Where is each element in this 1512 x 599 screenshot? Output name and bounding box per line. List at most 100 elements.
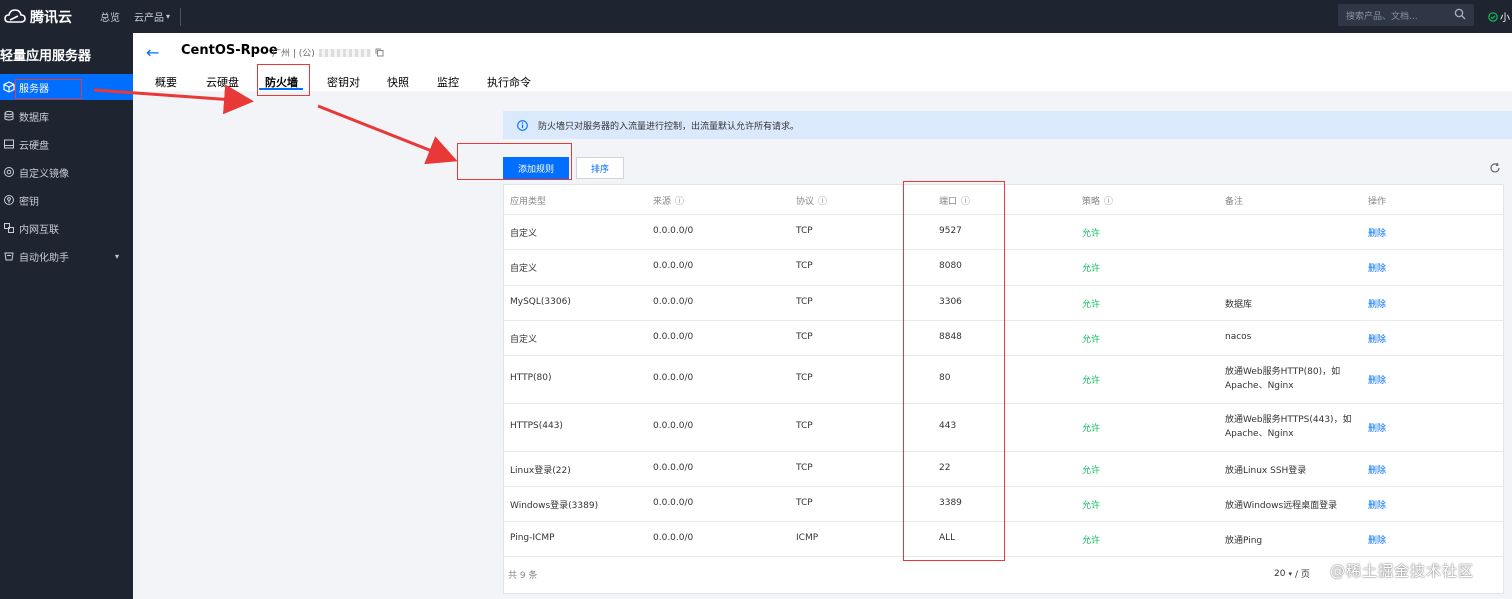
sidebar-item-label: 密钥 [19,196,39,208]
cell-protocol: TCP [796,421,813,431]
sidebar-item-key[interactable]: 密钥 [0,187,133,213]
search-input[interactable]: 搜索产品、文档... [1338,4,1474,26]
chevron-down-icon: ▾ [114,251,119,261]
cell-protocol: TCP [796,331,813,342]
nav-products[interactable]: 云产品 ▾ [134,9,170,24]
instance-region: 广州 | (公) [272,46,384,59]
search-placeholder: 搜索产品、文档... [1346,11,1418,22]
check-circle-icon [1488,11,1498,22]
cell-protocol: TCP [796,373,813,383]
annotation-arrow-to-add [317,104,458,165]
delete-rule-link[interactable]: 删除 [1368,533,1386,546]
cell-note: 放通Web服务HTTP(80)，如Apache、Nginx [1225,367,1341,391]
sidebar-item-label: 云硬盘 [19,140,49,152]
copy-icon[interactable] [375,48,384,57]
delete-rule-link[interactable]: 删除 [1368,421,1386,434]
cell-type: 自定义 [510,228,538,239]
cell-source: 0.0.0.0/0 [653,225,694,236]
delete-rule-link[interactable]: 删除 [1368,463,1386,476]
help-icon[interactable]: ⓘ [818,194,827,207]
help-icon[interactable]: ⓘ [675,194,684,207]
sidebar-title: 轻量应用服务器 [0,49,92,64]
cell-type: HTTP(80) [510,373,552,383]
annotation-box-port [903,181,1005,561]
tab-monitor[interactable]: 监控 [437,74,459,90]
delete-rule-link[interactable]: 删除 [1368,498,1386,511]
annotation-box-tab [257,64,310,96]
cell-type: MySQL(3306) [510,296,571,307]
network-icon [4,223,14,233]
table-total: 共 9 条 [508,571,538,581]
sidebar-item-label: 数据库 [19,112,49,124]
automation-icon [4,252,14,261]
cell-policy: 允许 [1082,228,1101,239]
nav-divider [180,7,182,26]
instance-name: CentOS-Rpoe [181,43,278,58]
cell-source: 0.0.0.0/0 [653,497,694,508]
back-arrow-icon[interactable]: ← [146,43,159,62]
cell-type: HTTPS(443) [510,421,563,431]
tab-snapshot[interactable]: 快照 [387,74,409,90]
cell-note: 数据库 [1225,299,1253,310]
server-icon [3,81,15,93]
nav-overview[interactable]: 总览 [100,9,120,24]
col-header-note: 备注 [1225,194,1243,207]
region-label: 广州 | (公) [272,49,315,59]
cell-source: 0.0.0.0/0 [653,296,694,307]
cell-source: 0.0.0.0/0 [653,373,694,383]
tab-keypair[interactable]: 密钥对 [327,74,360,90]
cell-source: 0.0.0.0/0 [653,462,694,473]
sidebar-item-label: 内网互联 [19,224,59,236]
page-size-value: 20 [1274,568,1286,579]
delete-rule-link[interactable]: 删除 [1368,297,1386,310]
cell-type: 自定义 [510,264,538,274]
brand-logo[interactable]: 腾讯云 [4,7,72,27]
cell-policy: 允许 [1082,465,1101,476]
sidebar-item-label: 自定义镜像 [19,168,69,180]
tab-command[interactable]: 执行命令 [487,74,531,90]
delete-rule-link[interactable]: 删除 [1368,226,1386,239]
sidebar-item-network[interactable]: 内网互联 [0,215,133,241]
tab-disk[interactable]: 云硬盘 [206,74,239,90]
cell-note: 放通Linux SSH登录 [1225,465,1307,476]
disk-icon [4,139,14,149]
cell-protocol: TCP [796,261,813,271]
user-status[interactable]: 小 [1488,9,1510,24]
brand-name: 腾讯云 [30,9,72,26]
image-icon [4,167,14,177]
cell-note: 放通Windows远程桌面登录 [1225,500,1338,511]
delete-rule-link[interactable]: 删除 [1368,373,1386,386]
delete-rule-link[interactable]: 删除 [1368,261,1386,274]
tab-overview[interactable]: 概要 [155,74,177,90]
refresh-icon[interactable] [1489,162,1501,174]
cloud-logo-icon [4,8,26,23]
sidebar-item-image[interactable]: 自定义镜像 [0,159,133,185]
key-icon [4,195,14,205]
cell-protocol: TCP [796,497,813,508]
info-banner: 防火墙只对服务器的入流量进行控制，出流量默认允许所有请求。 [503,111,1512,139]
sidebar-item-automation[interactable]: 自动化助手 ▾ [0,243,133,269]
col-header-type: 应用类型 [510,194,546,207]
col-header-label: 来源 [653,197,672,207]
watermark: @稀土掘金技术社区 [1330,562,1475,580]
top-bar: 腾讯云 总览 云产品 ▾ 搜索产品、文档... 小 [0,0,1512,33]
search-icon[interactable] [1454,8,1466,20]
delete-rule-link[interactable]: 删除 [1368,332,1386,345]
help-icon[interactable]: ⓘ [1104,194,1113,207]
cell-type: 自定义 [510,334,538,345]
cell-source: 0.0.0.0/0 [653,532,694,543]
cell-policy: 允许 [1082,264,1101,274]
page-size-select[interactable]: 20 ▾ / 页 [1274,567,1310,581]
user-name: 小 [1500,13,1510,24]
cell-policy: 允许 [1082,376,1101,386]
col-header-label: 应用类型 [510,197,547,207]
cell-policy: 允许 [1082,535,1101,546]
cell-source: 0.0.0.0/0 [653,331,694,342]
nav-products-label: 云产品 [134,13,164,24]
sidebar-item-disk[interactable]: 云硬盘 [0,131,133,157]
sidebar: 轻量应用服务器 服务器 数据库 云硬盘 自定义镜像 密钥 内网互联 自动化助手 … [0,33,133,599]
cell-protocol: ICMP [796,532,819,543]
sort-button[interactable]: 排序 [576,157,624,179]
sidebar-item-database[interactable]: 数据库 [0,103,133,129]
cell-protocol: TCP [796,296,813,307]
